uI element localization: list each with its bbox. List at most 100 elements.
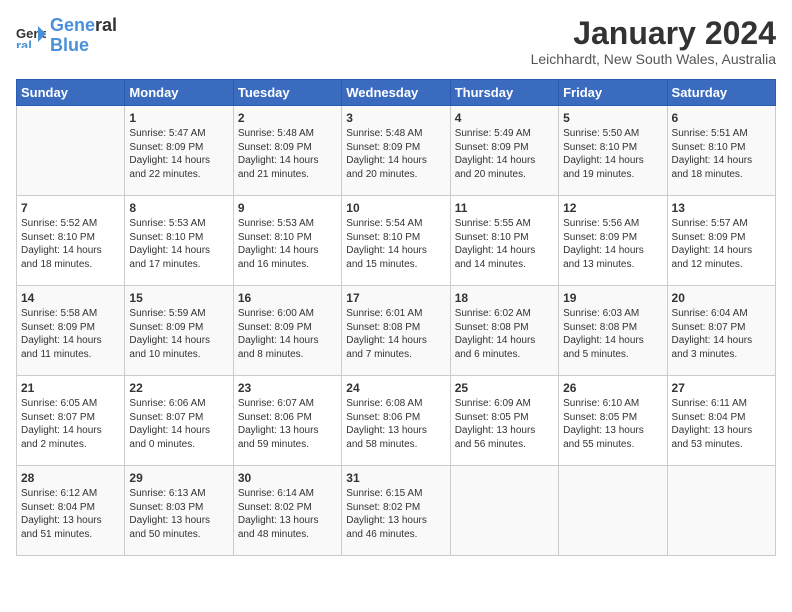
day-number: 29 — [129, 470, 228, 486]
calendar-cell: 21Sunrise: 6:05 AM Sunset: 8:07 PM Dayli… — [17, 376, 125, 466]
day-number: 27 — [672, 380, 771, 396]
calendar-cell: 14Sunrise: 5:58 AM Sunset: 8:09 PM Dayli… — [17, 286, 125, 376]
day-info: Sunrise: 5:49 AM Sunset: 8:09 PM Dayligh… — [455, 127, 554, 181]
calendar-cell — [450, 466, 558, 556]
calendar-cell: 16Sunrise: 6:00 AM Sunset: 8:09 PM Dayli… — [233, 286, 341, 376]
week-row-1: 1Sunrise: 5:47 AM Sunset: 8:09 PM Daylig… — [17, 106, 776, 196]
day-info: Sunrise: 5:53 AM Sunset: 8:10 PM Dayligh… — [129, 217, 228, 271]
weekday-header-tuesday: Tuesday — [233, 80, 341, 106]
day-info: Sunrise: 5:58 AM Sunset: 8:09 PM Dayligh… — [21, 307, 120, 361]
day-number: 14 — [21, 290, 120, 306]
logo-icon: Gene ral — [16, 24, 46, 48]
calendar-cell: 9Sunrise: 5:53 AM Sunset: 8:10 PM Daylig… — [233, 196, 341, 286]
day-number: 21 — [21, 380, 120, 396]
calendar-cell: 22Sunrise: 6:06 AM Sunset: 8:07 PM Dayli… — [125, 376, 233, 466]
week-row-4: 21Sunrise: 6:05 AM Sunset: 8:07 PM Dayli… — [17, 376, 776, 466]
day-info: Sunrise: 6:12 AM Sunset: 8:04 PM Dayligh… — [21, 487, 120, 541]
day-number: 20 — [672, 290, 771, 306]
day-number: 24 — [346, 380, 445, 396]
calendar-cell: 3Sunrise: 5:48 AM Sunset: 8:09 PM Daylig… — [342, 106, 450, 196]
calendar-cell: 20Sunrise: 6:04 AM Sunset: 8:07 PM Dayli… — [667, 286, 775, 376]
calendar-cell: 27Sunrise: 6:11 AM Sunset: 8:04 PM Dayli… — [667, 376, 775, 466]
svg-text:ral: ral — [16, 38, 32, 48]
day-number: 16 — [238, 290, 337, 306]
day-number: 15 — [129, 290, 228, 306]
day-info: Sunrise: 6:15 AM Sunset: 8:02 PM Dayligh… — [346, 487, 445, 541]
calendar-subtitle: Leichhardt, New South Wales, Australia — [531, 51, 776, 67]
day-info: Sunrise: 6:05 AM Sunset: 8:07 PM Dayligh… — [21, 397, 120, 451]
calendar-cell: 7Sunrise: 5:52 AM Sunset: 8:10 PM Daylig… — [17, 196, 125, 286]
day-number: 22 — [129, 380, 228, 396]
calendar-cell: 12Sunrise: 5:56 AM Sunset: 8:09 PM Dayli… — [559, 196, 667, 286]
calendar-cell: 1Sunrise: 5:47 AM Sunset: 8:09 PM Daylig… — [125, 106, 233, 196]
page-header: Gene ral GeneralBlue January 2024 Leichh… — [16, 16, 776, 67]
day-number: 4 — [455, 110, 554, 126]
calendar-cell: 10Sunrise: 5:54 AM Sunset: 8:10 PM Dayli… — [342, 196, 450, 286]
calendar-cell — [667, 466, 775, 556]
calendar-cell: 2Sunrise: 5:48 AM Sunset: 8:09 PM Daylig… — [233, 106, 341, 196]
day-info: Sunrise: 6:11 AM Sunset: 8:04 PM Dayligh… — [672, 397, 771, 451]
calendar-cell: 8Sunrise: 5:53 AM Sunset: 8:10 PM Daylig… — [125, 196, 233, 286]
calendar-cell: 6Sunrise: 5:51 AM Sunset: 8:10 PM Daylig… — [667, 106, 775, 196]
day-number: 28 — [21, 470, 120, 486]
day-info: Sunrise: 5:57 AM Sunset: 8:09 PM Dayligh… — [672, 217, 771, 271]
day-info: Sunrise: 6:06 AM Sunset: 8:07 PM Dayligh… — [129, 397, 228, 451]
calendar-cell: 13Sunrise: 5:57 AM Sunset: 8:09 PM Dayli… — [667, 196, 775, 286]
day-info: Sunrise: 6:01 AM Sunset: 8:08 PM Dayligh… — [346, 307, 445, 361]
day-info: Sunrise: 5:55 AM Sunset: 8:10 PM Dayligh… — [455, 217, 554, 271]
calendar-cell: 5Sunrise: 5:50 AM Sunset: 8:10 PM Daylig… — [559, 106, 667, 196]
calendar-title: January 2024 — [531, 16, 776, 51]
day-number: 18 — [455, 290, 554, 306]
calendar-cell: 23Sunrise: 6:07 AM Sunset: 8:06 PM Dayli… — [233, 376, 341, 466]
day-number: 13 — [672, 200, 771, 216]
day-info: Sunrise: 6:14 AM Sunset: 8:02 PM Dayligh… — [238, 487, 337, 541]
day-info: Sunrise: 5:59 AM Sunset: 8:09 PM Dayligh… — [129, 307, 228, 361]
day-number: 31 — [346, 470, 445, 486]
week-row-2: 7Sunrise: 5:52 AM Sunset: 8:10 PM Daylig… — [17, 196, 776, 286]
calendar-cell: 30Sunrise: 6:14 AM Sunset: 8:02 PM Dayli… — [233, 466, 341, 556]
day-number: 10 — [346, 200, 445, 216]
calendar-cell — [17, 106, 125, 196]
calendar-cell: 26Sunrise: 6:10 AM Sunset: 8:05 PM Dayli… — [559, 376, 667, 466]
weekday-header-monday: Monday — [125, 80, 233, 106]
weekday-header-friday: Friday — [559, 80, 667, 106]
day-info: Sunrise: 6:02 AM Sunset: 8:08 PM Dayligh… — [455, 307, 554, 361]
calendar-cell: 17Sunrise: 6:01 AM Sunset: 8:08 PM Dayli… — [342, 286, 450, 376]
day-info: Sunrise: 6:13 AM Sunset: 8:03 PM Dayligh… — [129, 487, 228, 541]
day-info: Sunrise: 5:52 AM Sunset: 8:10 PM Dayligh… — [21, 217, 120, 271]
day-info: Sunrise: 6:10 AM Sunset: 8:05 PM Dayligh… — [563, 397, 662, 451]
day-info: Sunrise: 5:51 AM Sunset: 8:10 PM Dayligh… — [672, 127, 771, 181]
day-number: 25 — [455, 380, 554, 396]
logo-text: GeneralBlue — [50, 16, 117, 56]
day-info: Sunrise: 6:09 AM Sunset: 8:05 PM Dayligh… — [455, 397, 554, 451]
calendar-table: SundayMondayTuesdayWednesdayThursdayFrid… — [16, 79, 776, 556]
day-info: Sunrise: 5:48 AM Sunset: 8:09 PM Dayligh… — [346, 127, 445, 181]
day-info: Sunrise: 5:56 AM Sunset: 8:09 PM Dayligh… — [563, 217, 662, 271]
day-number: 23 — [238, 380, 337, 396]
day-info: Sunrise: 5:48 AM Sunset: 8:09 PM Dayligh… — [238, 127, 337, 181]
day-info: Sunrise: 5:53 AM Sunset: 8:10 PM Dayligh… — [238, 217, 337, 271]
calendar-cell: 4Sunrise: 5:49 AM Sunset: 8:09 PM Daylig… — [450, 106, 558, 196]
day-number: 3 — [346, 110, 445, 126]
day-number: 30 — [238, 470, 337, 486]
day-info: Sunrise: 6:04 AM Sunset: 8:07 PM Dayligh… — [672, 307, 771, 361]
day-number: 26 — [563, 380, 662, 396]
weekday-header-wednesday: Wednesday — [342, 80, 450, 106]
calendar-cell: 31Sunrise: 6:15 AM Sunset: 8:02 PM Dayli… — [342, 466, 450, 556]
calendar-cell: 15Sunrise: 5:59 AM Sunset: 8:09 PM Dayli… — [125, 286, 233, 376]
day-info: Sunrise: 6:00 AM Sunset: 8:09 PM Dayligh… — [238, 307, 337, 361]
calendar-cell: 24Sunrise: 6:08 AM Sunset: 8:06 PM Dayli… — [342, 376, 450, 466]
title-block: January 2024 Leichhardt, New South Wales… — [531, 16, 776, 67]
calendar-cell: 11Sunrise: 5:55 AM Sunset: 8:10 PM Dayli… — [450, 196, 558, 286]
weekday-header-thursday: Thursday — [450, 80, 558, 106]
calendar-cell: 29Sunrise: 6:13 AM Sunset: 8:03 PM Dayli… — [125, 466, 233, 556]
day-info: Sunrise: 5:50 AM Sunset: 8:10 PM Dayligh… — [563, 127, 662, 181]
calendar-cell — [559, 466, 667, 556]
week-row-3: 14Sunrise: 5:58 AM Sunset: 8:09 PM Dayli… — [17, 286, 776, 376]
day-number: 2 — [238, 110, 337, 126]
weekday-header-saturday: Saturday — [667, 80, 775, 106]
weekday-header-row: SundayMondayTuesdayWednesdayThursdayFrid… — [17, 80, 776, 106]
day-info: Sunrise: 6:07 AM Sunset: 8:06 PM Dayligh… — [238, 397, 337, 451]
day-info: Sunrise: 5:47 AM Sunset: 8:09 PM Dayligh… — [129, 127, 228, 181]
day-info: Sunrise: 5:54 AM Sunset: 8:10 PM Dayligh… — [346, 217, 445, 271]
